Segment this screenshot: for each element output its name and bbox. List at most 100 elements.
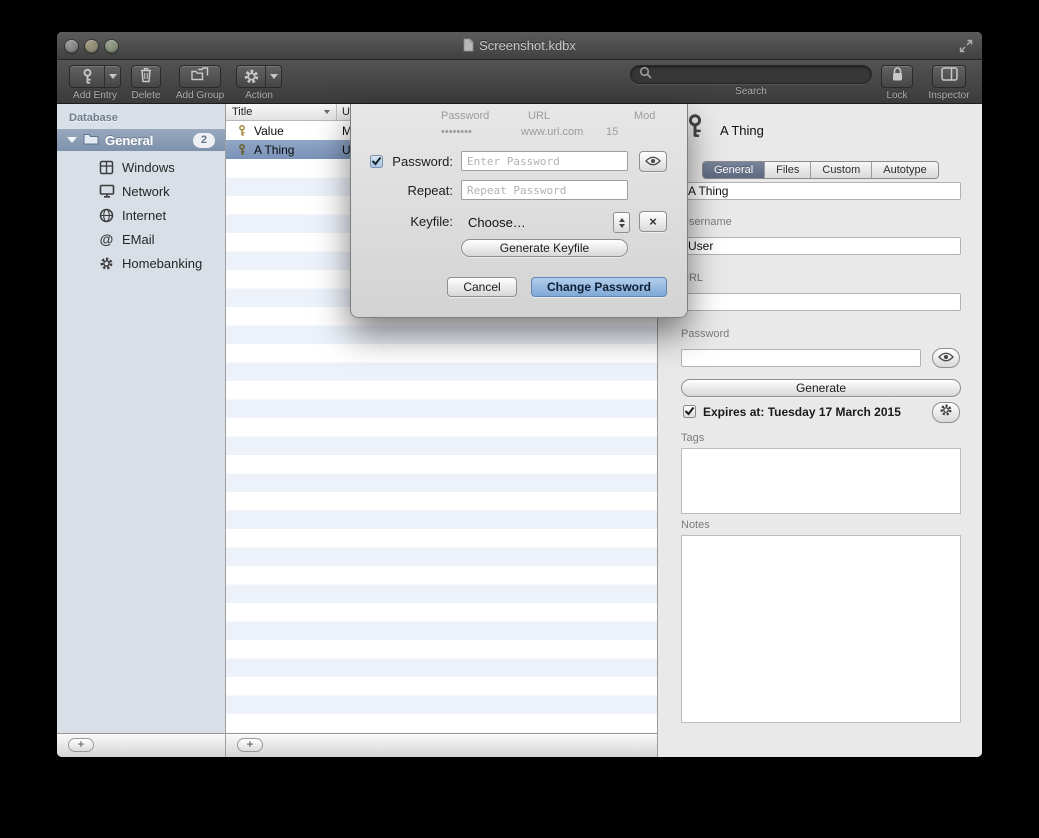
- lock-button[interactable]: [881, 65, 913, 88]
- change-password-button[interactable]: Change Password: [531, 277, 667, 297]
- column-divider[interactable]: [336, 104, 337, 120]
- inspector-entry-title: A Thing: [720, 123, 764, 138]
- ghost-password-header: Password: [441, 110, 489, 122]
- add-entry-button[interactable]: [69, 65, 121, 88]
- sidebar-item-windows[interactable]: Windows: [57, 155, 225, 179]
- generate-keyfile-button[interactable]: Generate Keyfile: [461, 239, 628, 257]
- tab-general[interactable]: General: [703, 162, 764, 178]
- checkmark-icon: [371, 153, 382, 171]
- chevron-down-icon[interactable]: [104, 66, 120, 87]
- ghost-url-value: www.url.com: [521, 126, 583, 138]
- inspector-icon: [941, 67, 958, 86]
- add-entry-label: Add Entry: [67, 90, 123, 101]
- tags-field[interactable]: [681, 448, 961, 514]
- sidebar: Database General 2 Windows Network: [57, 104, 226, 757]
- eye-icon: [938, 349, 954, 367]
- password-label: Password:: [387, 154, 453, 169]
- password-checkbox[interactable]: [370, 155, 383, 168]
- tags-label: Tags: [681, 432, 704, 444]
- entry-title: Value: [254, 124, 284, 138]
- add-group-label: Add Group: [172, 90, 228, 101]
- sidebar-group-general[interactable]: General 2: [57, 129, 225, 151]
- sidebar-item-label: Windows: [122, 160, 175, 175]
- repeat-password-input[interactable]: [461, 180, 628, 200]
- sidebar-item-homebanking[interactable]: Homebanking: [57, 251, 225, 275]
- key-icon: [70, 66, 104, 87]
- sidebar-item-network[interactable]: Network: [57, 179, 225, 203]
- ghost-modified-header: Mod: [634, 110, 655, 122]
- password-field[interactable]: [681, 349, 921, 367]
- arrow-down-icon: [619, 224, 625, 228]
- desktop: Screenshot.kdbx Add Entry Delete: [0, 0, 1039, 838]
- generate-password-button[interactable]: Generate: [681, 379, 961, 397]
- search-icon: [639, 66, 652, 84]
- window-title: Screenshot.kdbx: [57, 32, 982, 60]
- ghost-url-header: URL: [528, 110, 550, 122]
- ghost-modified-value: 15: [606, 126, 618, 138]
- action-label: Action: [234, 90, 284, 101]
- show-password-button[interactable]: [639, 151, 667, 172]
- notes-field[interactable]: [681, 535, 961, 723]
- keyfile-value: Choose…: [468, 215, 526, 230]
- key-icon: [236, 143, 248, 159]
- inspector-button[interactable]: [932, 65, 966, 88]
- repeat-label: Repeat:: [387, 183, 453, 198]
- new-password-input[interactable]: [461, 151, 628, 171]
- ghost-password-dots: ••••••••: [441, 126, 472, 138]
- delete-button[interactable]: [131, 65, 161, 88]
- inspector-panel: A Thing General Files Custom Autotype Us…: [658, 104, 982, 757]
- add-group-button[interactable]: [179, 65, 221, 88]
- sidebar-bottom-bar: +: [57, 733, 225, 757]
- expires-settings-button[interactable]: [932, 402, 960, 423]
- delete-label: Delete: [129, 90, 163, 101]
- key-icon: [236, 124, 248, 140]
- gear-icon: [939, 403, 953, 422]
- lock-icon: [890, 66, 905, 88]
- sidebar-item-label: Network: [122, 184, 170, 199]
- expires-label: Expires at: Tuesday 17 March 2015: [703, 405, 901, 419]
- title-field[interactable]: [681, 182, 961, 200]
- action-button[interactable]: [236, 65, 282, 88]
- disclosure-triangle-icon[interactable]: [67, 137, 77, 143]
- column-header-title[interactable]: Title: [232, 106, 252, 118]
- checkmark-icon: [684, 403, 695, 421]
- eye-icon: [645, 154, 661, 169]
- fullscreen-icon[interactable]: [959, 39, 973, 53]
- tab-custom[interactable]: Custom: [810, 162, 871, 178]
- internet-icon: [98, 208, 115, 223]
- gear-icon: [237, 66, 265, 87]
- username-label: Username: [681, 216, 732, 228]
- sidebar-item-email[interactable]: @ EMail: [57, 227, 225, 251]
- reveal-password-button[interactable]: [932, 348, 960, 368]
- tab-autotype[interactable]: Autotype: [871, 162, 937, 178]
- url-field[interactable]: [681, 293, 961, 311]
- search-input[interactable]: [657, 68, 863, 82]
- username-field[interactable]: [681, 237, 961, 255]
- document-icon: [463, 34, 474, 62]
- sidebar-header: Database: [57, 104, 225, 124]
- email-icon: @: [98, 232, 115, 246]
- cancel-button[interactable]: Cancel: [447, 277, 517, 297]
- sidebar-item-label: Internet: [122, 208, 166, 223]
- toolbar: Add Entry Delete Add Group: [57, 60, 982, 104]
- folders-icon: [190, 66, 210, 87]
- expires-checkbox[interactable]: [683, 405, 696, 418]
- keyfile-popup[interactable]: Choose…: [461, 212, 631, 233]
- lock-label: Lock: [879, 90, 915, 101]
- add-group-plus-button[interactable]: +: [68, 738, 94, 752]
- folder-icon: [83, 132, 99, 148]
- entry-count-badge: 2: [193, 133, 215, 148]
- titlebar: Screenshot.kdbx: [57, 32, 982, 60]
- chevron-down-icon[interactable]: [265, 66, 281, 87]
- sidebar-item-internet[interactable]: Internet: [57, 203, 225, 227]
- keyfile-label: Keyfile:: [387, 214, 453, 229]
- add-entry-plus-button[interactable]: +: [237, 738, 263, 752]
- entry-title: A Thing: [254, 143, 294, 157]
- clear-keyfile-button[interactable]: ×: [639, 211, 667, 232]
- keyfile-stepper[interactable]: [613, 212, 630, 233]
- app-window: Screenshot.kdbx Add Entry Delete: [57, 32, 982, 757]
- search-field[interactable]: [630, 65, 872, 84]
- change-password-sheet: Password URL Mod •••••••• www.url.com 15…: [350, 104, 688, 318]
- tab-files[interactable]: Files: [764, 162, 810, 178]
- password-label: Password: [681, 328, 729, 340]
